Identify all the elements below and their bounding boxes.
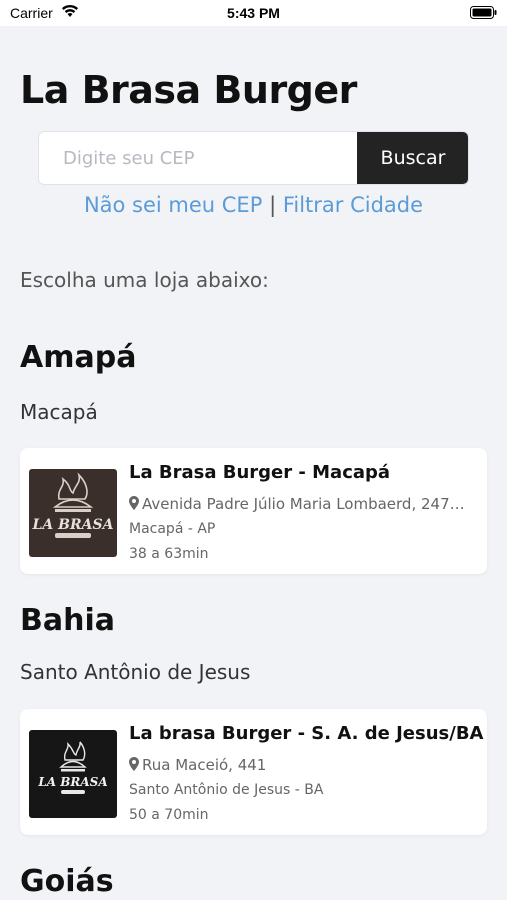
store-city-state: Santo Antônio de Jesus - BA — [129, 782, 324, 798]
store-address-text: Rua Maceió, 441 — [142, 756, 267, 774]
battery-icon — [470, 6, 497, 19]
state-heading: Amapá — [20, 340, 137, 375]
store-city-state: Macapá - AP — [129, 521, 216, 537]
store-name: La Brasa Burger - Macapá — [129, 462, 391, 483]
store-logo: LA BRASA — [29, 730, 117, 818]
delivery-time: 38 a 63min — [129, 546, 209, 562]
unknown-cep-link[interactable]: Não sei meu CEP — [84, 193, 262, 217]
search-links: Não sei meu CEP | Filtrar Cidade — [0, 193, 507, 217]
store-list-subtitle: Escolha uma loja abaixo: — [20, 268, 269, 292]
logo-text: LA BRASA — [32, 517, 114, 533]
clock: 5:43 PM — [227, 5, 280, 21]
store-address-text: Avenida Padre Júlio Maria Lombaerd, 2472… — [142, 495, 469, 513]
cep-search-box: Buscar — [38, 131, 469, 185]
state-heading: Goiás — [20, 864, 114, 899]
city-heading: Macapá — [20, 400, 98, 424]
store-logo: LA BRASA — [29, 469, 117, 557]
page-title: La Brasa Burger — [20, 68, 357, 112]
location-pin-icon — [129, 496, 139, 510]
state-heading: Bahia — [20, 603, 115, 638]
store-card[interactable]: LA BRASA La Brasa Burger - Macapá Avenid… — [20, 448, 487, 574]
store-card[interactable]: LA BRASA La brasa Burger - S. A. de Jesu… — [20, 709, 487, 835]
logo-text: LA BRASA — [37, 775, 107, 789]
location-pin-icon — [129, 757, 139, 771]
delivery-time: 50 a 70min — [129, 807, 209, 823]
store-address: Avenida Padre Júlio Maria Lombaerd, 2472… — [129, 495, 469, 513]
filter-city-link[interactable]: Filtrar Cidade — [283, 193, 423, 217]
store-address: Rua Maceió, 441 — [129, 756, 469, 774]
cep-input[interactable] — [39, 132, 359, 184]
store-name: La brasa Burger - S. A. de Jesus/BA — [129, 723, 484, 744]
city-heading: Santo Antônio de Jesus — [20, 660, 251, 684]
link-separator: | — [269, 193, 277, 217]
status-bar: Carrier 5:43 PM — [0, 0, 507, 26]
search-button[interactable]: Buscar — [357, 132, 468, 184]
